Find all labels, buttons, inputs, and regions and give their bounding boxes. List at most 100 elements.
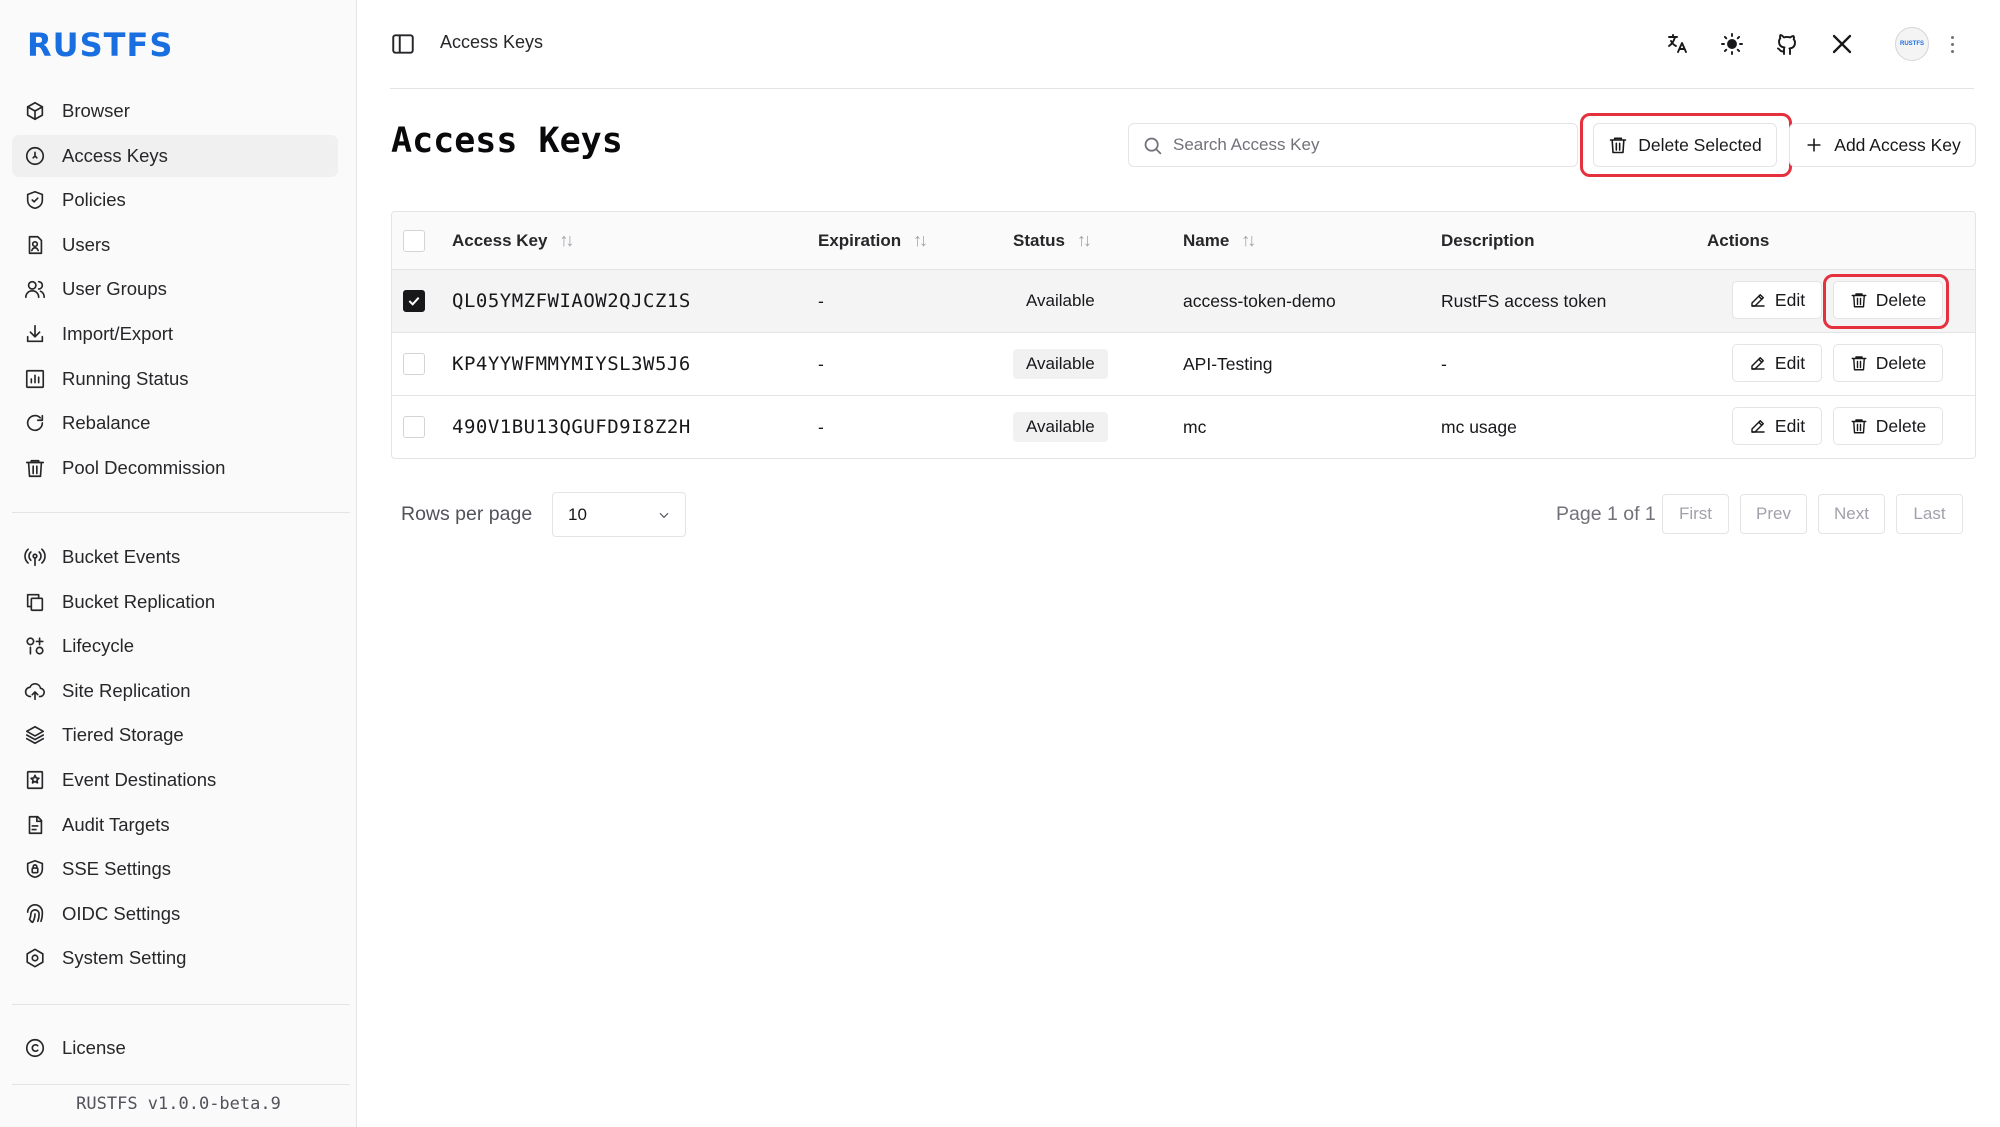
add-access-key-label: Add Access Key bbox=[1834, 134, 1961, 155]
file-audit-icon bbox=[24, 814, 46, 836]
rustfs-logo[interactable]: RUSTFS bbox=[27, 26, 173, 64]
sidebar-item-sse-settings[interactable]: SSE Settings bbox=[12, 848, 338, 890]
edit-button[interactable]: Edit bbox=[1732, 344, 1822, 382]
column-header-access-key[interactable]: Access Key ↑↓ bbox=[452, 212, 574, 269]
user-avatar[interactable]: RUSTFS bbox=[1895, 27, 1929, 61]
sidebar-item-access-keys[interactable]: Access Keys bbox=[12, 134, 338, 177]
sidebar-nav-settings: Bucket Events Bucket Replication Lifecycle… bbox=[12, 536, 338, 982]
sidebar-item-oidc-settings[interactable]: OIDC Settings bbox=[12, 893, 338, 935]
shield-lock-icon bbox=[24, 858, 46, 880]
column-header-status[interactable]: Status ↑↓ bbox=[1013, 212, 1092, 269]
row-checkbox[interactable] bbox=[403, 353, 425, 375]
users-icon bbox=[24, 278, 46, 300]
more-menu-button[interactable] bbox=[1946, 30, 1958, 58]
table-row[interactable]: KP4YYWFMMYMIYSL3W5J6 - Available API-Testin… bbox=[392, 333, 1975, 396]
search-input[interactable] bbox=[1173, 124, 1563, 166]
column-header-description: Description bbox=[1441, 230, 1535, 250]
sidebar-item-tiered-storage[interactable]: Tiered Storage bbox=[12, 714, 338, 756]
sidebar-item-label: Pool Decommission bbox=[62, 456, 226, 478]
sidebar-item-import-export[interactable]: Import/Export bbox=[12, 313, 338, 355]
sidebar-item-bucket-replication[interactable]: Bucket Replication bbox=[12, 581, 338, 623]
sidebar-divider bbox=[12, 512, 350, 513]
cycle-icon bbox=[24, 635, 46, 657]
row-checkbox[interactable] bbox=[403, 416, 425, 438]
sort-icon[interactable]: ↑↓ bbox=[559, 230, 574, 251]
access-key-cell: KP4YYWFMMYMIYSL3W5J6 bbox=[452, 353, 691, 375]
sidebar-item-label: System Setting bbox=[62, 947, 187, 969]
edit-button[interactable]: Edit bbox=[1732, 407, 1822, 445]
last-page-button[interactable]: Last bbox=[1896, 494, 1963, 534]
first-page-button[interactable]: First bbox=[1662, 494, 1729, 534]
expiration-cell: - bbox=[818, 290, 824, 311]
sidebar-toggle-button[interactable] bbox=[390, 31, 416, 57]
sidebar-nav-main: Browser Access Keys Policies Users User Grou… bbox=[12, 90, 338, 491]
sidebar-item-event-destinations[interactable]: Event Destinations bbox=[12, 759, 338, 801]
fingerprint-icon bbox=[24, 903, 46, 925]
refresh-icon bbox=[24, 412, 46, 434]
user-file-icon bbox=[24, 234, 46, 256]
check-icon bbox=[408, 296, 420, 306]
bar-chart-icon bbox=[24, 368, 46, 390]
sidebar-item-bucket-events[interactable]: Bucket Events bbox=[12, 536, 338, 578]
expiration-cell: - bbox=[818, 416, 824, 437]
sidebar-item-label: OIDC Settings bbox=[62, 902, 181, 924]
page-title: Access Keys bbox=[391, 121, 623, 161]
sidebar-item-browser[interactable]: Browser bbox=[12, 90, 338, 132]
select-all-checkbox[interactable] bbox=[403, 229, 425, 252]
status-badge: Available bbox=[1013, 412, 1108, 442]
plus-icon bbox=[1807, 138, 1821, 152]
copy-icon bbox=[24, 591, 46, 613]
name-cell: mc bbox=[1183, 416, 1207, 437]
sidebar-item-system-setting[interactable]: System Setting bbox=[12, 937, 338, 979]
edit-button[interactable]: Edit bbox=[1732, 281, 1822, 319]
sidebar-item-running-status[interactable]: Running Status bbox=[12, 358, 338, 400]
status-badge: Available bbox=[1013, 349, 1108, 379]
delete-label: Delete bbox=[1875, 415, 1927, 436]
table-row[interactable]: 490V1BU13QGUFD9I8Z2H - Available mc mc usage… bbox=[392, 396, 1975, 458]
row-checkbox[interactable] bbox=[403, 290, 425, 312]
github-button[interactable] bbox=[1773, 30, 1801, 58]
sidebar-item-rebalance[interactable]: Rebalance bbox=[12, 402, 338, 444]
pencil-icon bbox=[1751, 294, 1765, 307]
github-icon bbox=[1777, 34, 1796, 55]
sidebar-item-pool-decommission[interactable]: Pool Decommission bbox=[12, 447, 338, 489]
panel-left-icon bbox=[392, 34, 414, 54]
sidebar-item-user-groups[interactable]: User Groups bbox=[12, 268, 338, 310]
delete-button[interactable]: Delete bbox=[1833, 344, 1943, 382]
sort-icon[interactable]: ↑↓ bbox=[913, 230, 928, 251]
sidebar-item-site-replication[interactable]: Site Replication bbox=[12, 670, 338, 712]
trash-icon bbox=[24, 457, 46, 479]
sidebar-item-label: Browser bbox=[62, 100, 130, 121]
sidebar-item-label: User Groups bbox=[62, 278, 167, 300]
table-row[interactable]: QL05YMZFWIAOW2QJCZ1S - Available access-tok… bbox=[392, 270, 1975, 333]
delete-button[interactable]: Delete bbox=[1833, 281, 1943, 319]
description-cell: - bbox=[1441, 353, 1447, 374]
prev-page-button[interactable]: Prev bbox=[1740, 494, 1807, 534]
pencil-icon bbox=[1751, 357, 1765, 370]
settings-hexagon-icon bbox=[24, 947, 46, 969]
sidebar-item-users[interactable]: Users bbox=[12, 224, 338, 266]
delete-selected-button[interactable]: Delete Selected bbox=[1593, 123, 1777, 167]
next-page-button[interactable]: Next bbox=[1818, 494, 1885, 534]
search-icon bbox=[1144, 137, 1162, 155]
box-icon bbox=[24, 100, 46, 122]
sidebar-item-label: Audit Targets bbox=[62, 813, 170, 835]
sidebar-item-license[interactable]: License bbox=[12, 1027, 338, 1069]
sidebar-item-lifecycle[interactable]: Lifecycle bbox=[12, 625, 338, 667]
add-access-key-button[interactable]: Add Access Key bbox=[1789, 123, 1976, 167]
column-header-expiration[interactable]: Expiration ↑↓ bbox=[818, 212, 928, 269]
rows-per-page-select[interactable]: 10 bbox=[552, 492, 686, 537]
theme-toggle-button[interactable] bbox=[1718, 30, 1746, 58]
column-header-name[interactable]: Name ↑↓ bbox=[1183, 212, 1256, 269]
x-twitter-button[interactable] bbox=[1828, 30, 1856, 58]
status-badge: Available bbox=[1026, 291, 1095, 310]
sidebar-item-policies[interactable]: Policies bbox=[12, 179, 338, 221]
access-key-cell: 490V1BU13QGUFD9I8Z2H bbox=[452, 416, 691, 438]
delete-button[interactable]: Delete bbox=[1833, 407, 1943, 445]
sort-icon[interactable]: ↑↓ bbox=[1241, 230, 1256, 251]
top-header: Access Keys RUSTFS bbox=[390, 0, 1974, 89]
sort-icon[interactable]: ↑↓ bbox=[1077, 230, 1092, 251]
edit-label: Edit bbox=[1774, 289, 1806, 310]
sidebar-item-audit-targets[interactable]: Audit Targets bbox=[12, 804, 338, 846]
language-button[interactable] bbox=[1663, 30, 1691, 58]
